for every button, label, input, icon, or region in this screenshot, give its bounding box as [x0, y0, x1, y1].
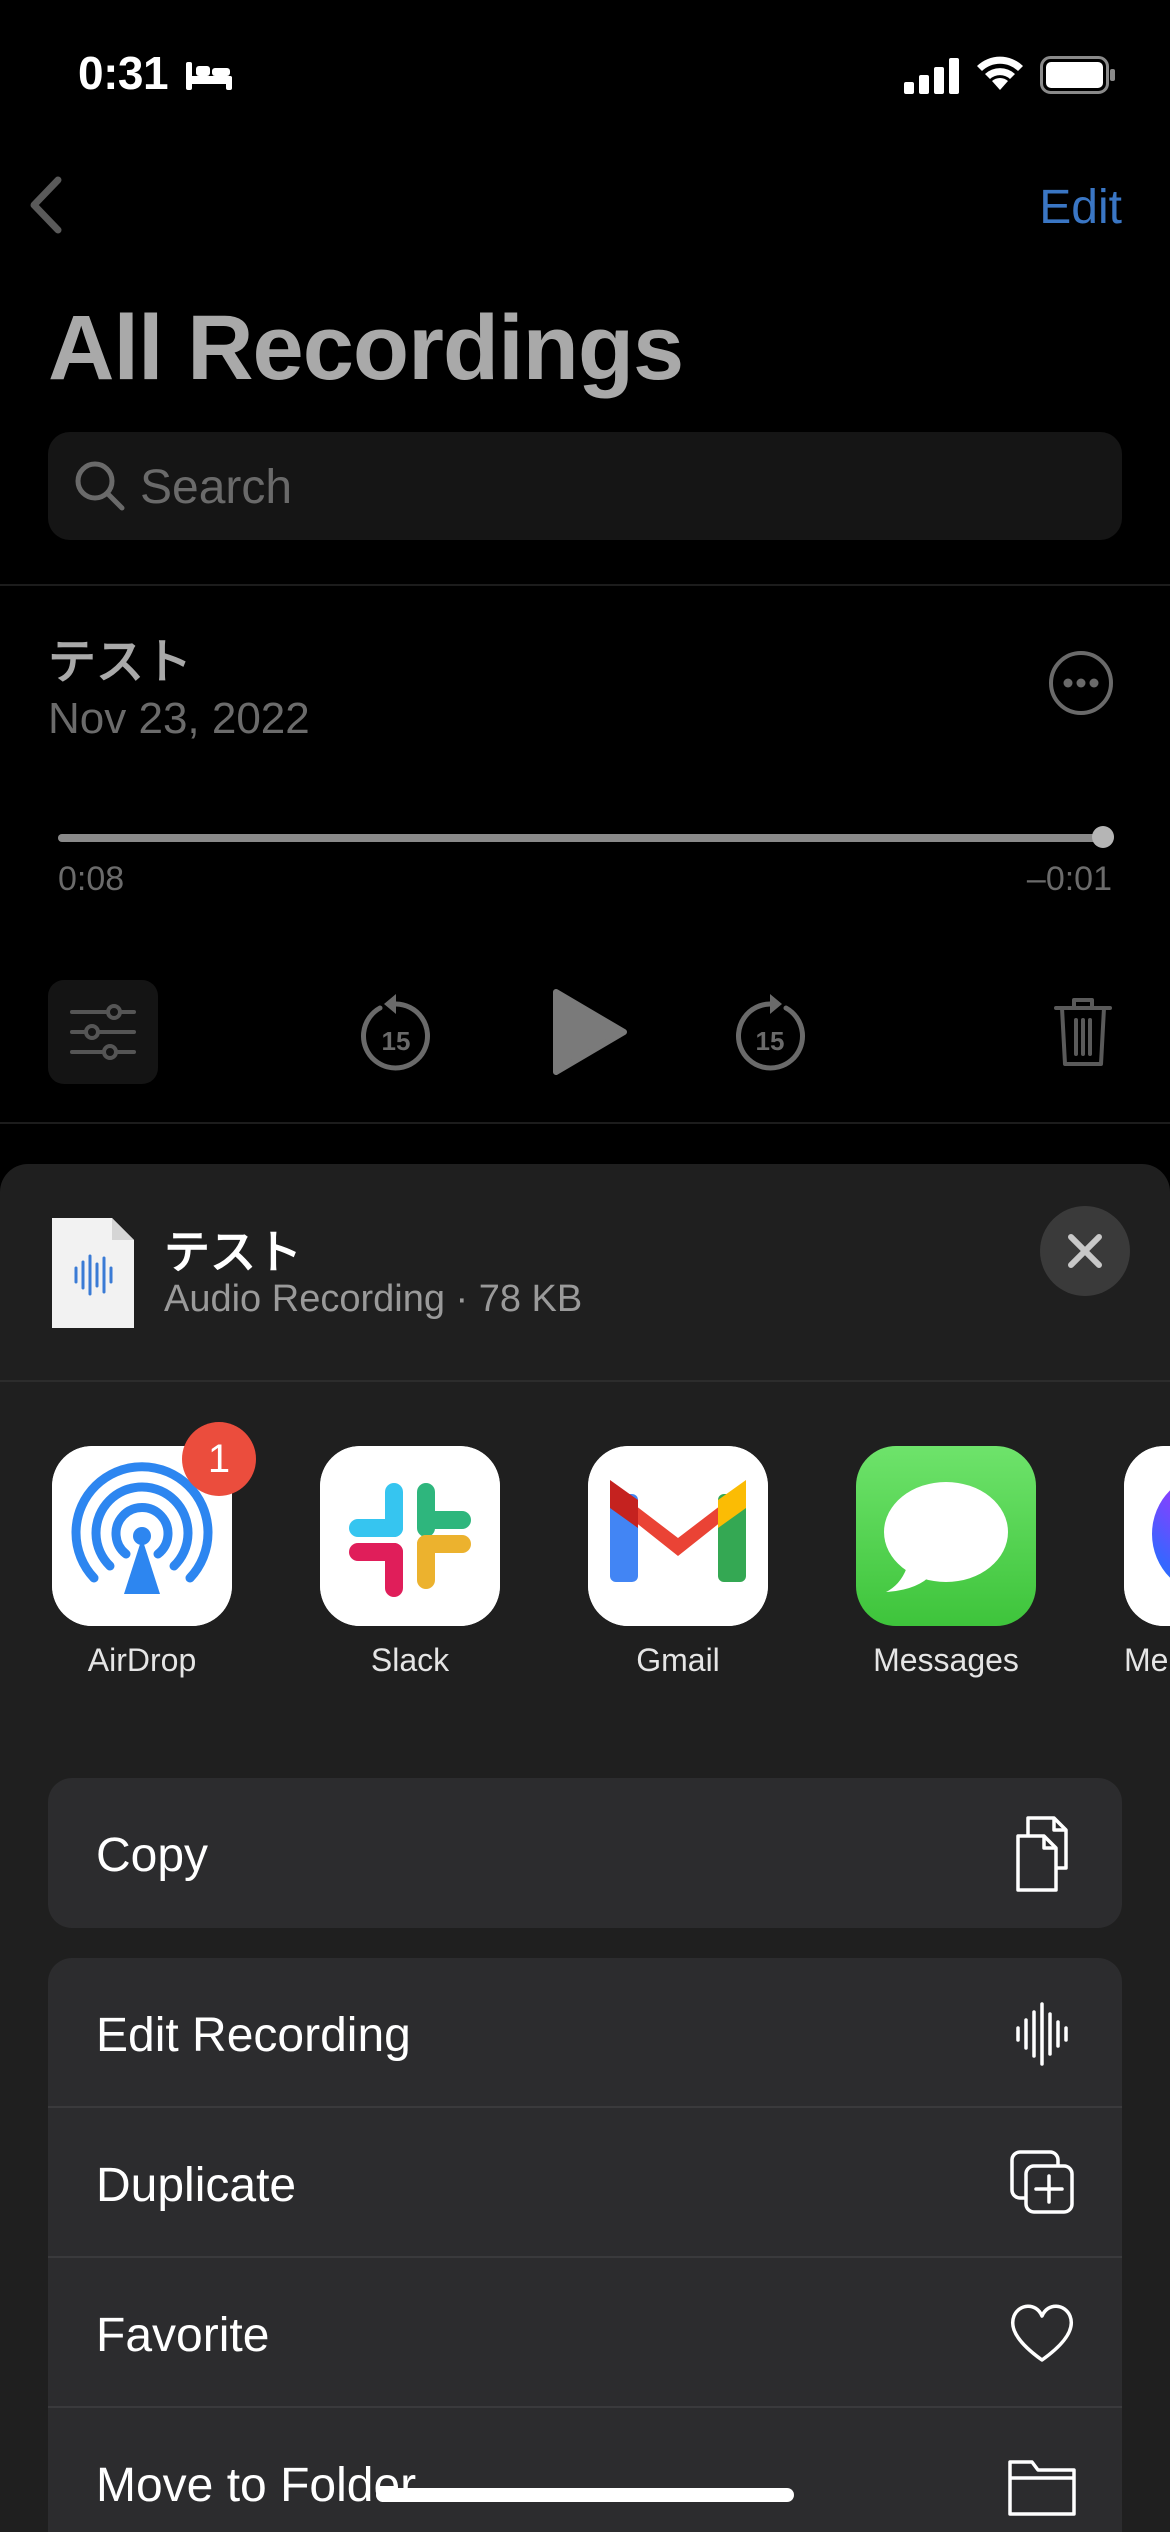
audio-file-icon [52, 1218, 134, 1328]
messenger-icon [1124, 1446, 1170, 1626]
playback-options-button[interactable] [48, 980, 158, 1084]
share-app-airdrop[interactable]: 1 AirDrop [52, 1422, 256, 1679]
search-placeholder: Search [140, 461, 293, 514]
search-icon [75, 461, 125, 511]
share-app-messenger[interactable]: Me [1124, 1446, 1170, 1679]
svg-text:15: 15 [756, 1026, 785, 1056]
elapsed-time: 0:08 [58, 860, 125, 898]
recording-date: Nov 23, 2022 [48, 694, 310, 743]
favorite-action[interactable]: Favorite [48, 2258, 1122, 2408]
slack-icon [320, 1446, 500, 1626]
move-to-folder-action[interactable]: Move to Folder [48, 2408, 1122, 2532]
action-label: Copy [96, 1829, 209, 1882]
share-sheet: テスト Audio Recording · 78 KB 1 AirDrop Sl… [0, 1164, 1170, 2532]
share-app-slack[interactable]: Slack [320, 1446, 500, 1679]
chevron-left-icon[interactable] [22, 172, 66, 238]
share-app-label: Slack [370, 1642, 450, 1678]
close-icon [1068, 1234, 1102, 1268]
folder-icon [1008, 2460, 1076, 2516]
play-button[interactable] [548, 984, 632, 1080]
sliders-icon [70, 1004, 136, 1060]
playback-progress [58, 834, 1104, 842]
trash-icon[interactable] [1052, 994, 1114, 1070]
voice-memos-background: 0:31 Edit All Recordings Search テスト Nov … [0, 0, 1170, 1170]
share-app-messages[interactable]: Messages [856, 1446, 1036, 1679]
action-label: Move to Folder [96, 2459, 417, 2512]
duplicate-action[interactable]: Duplicate [48, 2108, 1122, 2258]
list-divider [0, 1122, 1170, 1124]
duplicate-icon [1010, 2150, 1074, 2214]
share-app-label: Messages [873, 1642, 1019, 1678]
airdrop-icon: 1 [52, 1422, 256, 1626]
playback-scrubber[interactable] [58, 826, 1115, 848]
status-time: 0:31 [78, 47, 169, 99]
copy-icon [1016, 1816, 1068, 1892]
search-input[interactable]: Search [48, 432, 1122, 540]
action-label: Duplicate [96, 2159, 297, 2212]
edit-recording-action[interactable]: Edit Recording [48, 1958, 1122, 2108]
sheet-divider [0, 1380, 1170, 1382]
copy-action[interactable]: Copy [48, 1778, 1122, 1928]
share-app-gmail[interactable]: Gmail [588, 1446, 768, 1679]
scrubber-knob[interactable] [1092, 826, 1115, 848]
shared-file-name: テスト [164, 1226, 302, 1278]
remaining-time: –0:01 [1026, 860, 1112, 898]
action-label: Edit Recording [96, 2009, 411, 2062]
share-apps-row: 1 AirDrop Slack Gmail Messages Me [0, 1422, 1170, 1686]
waveform-icon [1016, 2002, 1068, 2066]
page-title: All Recordings [48, 297, 684, 399]
status-bar: 0:31 [0, 0, 1170, 150]
action-group-copy: Copy [48, 1778, 1122, 1928]
skip-forward-15-icon[interactable]: 15 [732, 990, 808, 1074]
messages-icon [856, 1446, 1036, 1626]
battery-icon [1040, 56, 1115, 94]
notification-badge: 1 [182, 1422, 256, 1496]
list-divider [0, 584, 1170, 586]
wifi-icon [977, 56, 1023, 90]
close-button[interactable] [1040, 1206, 1130, 1296]
edit-button[interactable]: Edit [1039, 180, 1122, 235]
share-app-label: AirDrop [87, 1642, 197, 1678]
action-group-main: Edit Recording Duplicate Favorite Move t… [48, 1958, 1122, 2532]
heart-icon [1011, 2304, 1073, 2362]
share-app-label: Gmail [636, 1642, 720, 1678]
skip-back-15-icon[interactable]: 15 [358, 990, 434, 1074]
action-label: Favorite [96, 2309, 270, 2362]
share-app-label: Me [1124, 1642, 1169, 1678]
shared-file-meta: Audio Recording · 78 KB [164, 1278, 583, 1320]
bed-icon [186, 62, 232, 90]
recording-title[interactable]: テスト [48, 622, 192, 692]
home-indicator[interactable] [376, 2488, 794, 2502]
svg-text:15: 15 [382, 1026, 411, 1056]
ellipsis-circle-icon[interactable] [1048, 650, 1114, 716]
gmail-icon [588, 1446, 768, 1626]
cellular-signal-icon [904, 58, 959, 94]
share-sheet-header: テスト Audio Recording · 78 KB [0, 1164, 1170, 1380]
